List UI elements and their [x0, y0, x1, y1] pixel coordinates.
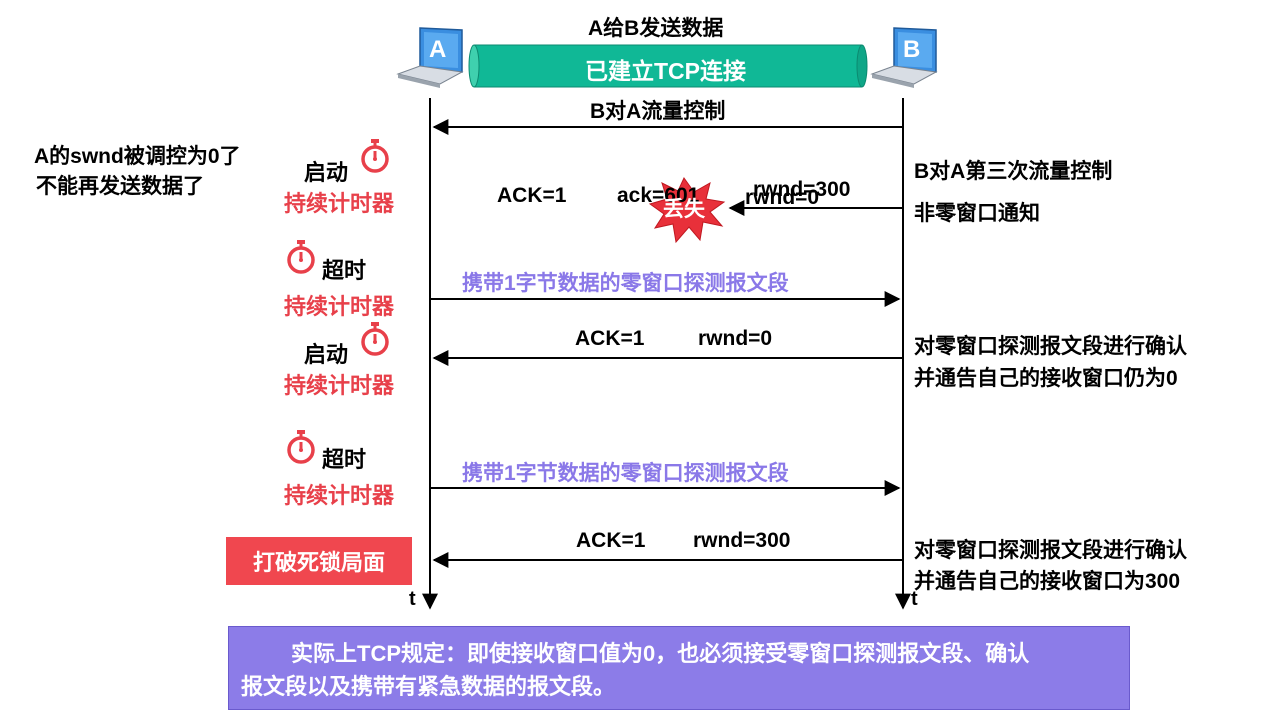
- left-note-line1: A的swnd被调控为0了: [34, 145, 241, 168]
- stopwatch-icon: [287, 430, 315, 464]
- reply2-rwnd: rwnd=300: [693, 529, 791, 552]
- right-note2-line2: 并通告自己的接收窗口仍为0: [914, 367, 1178, 390]
- right-note3-line2: 并通告自己的接收窗口为300: [914, 570, 1181, 593]
- right-note1-line2: 非零窗口通知: [914, 202, 1040, 225]
- host-a-label: A: [429, 36, 447, 63]
- stopwatch-icon: [361, 322, 389, 356]
- stopwatch-icon: [287, 240, 315, 274]
- footer-note: 实际上TCP规定：即使接收窗口值为0，也必须接受零窗口探测报文段、确认 报文段以…: [228, 626, 1130, 710]
- timer-name: 持续计时器: [284, 191, 395, 216]
- break-deadlock-badge: 打破死锁局面: [226, 537, 412, 585]
- footer-note-line2: 报文段以及携带有紧急数据的报文段。: [241, 674, 616, 699]
- time-axis-label-b: t: [911, 588, 918, 610]
- host-b-label: B: [903, 36, 921, 63]
- footer-note-line1: 实际上TCP规定：即使接收窗口值为0，也必须接受零窗口探测报文段、确认: [291, 641, 1030, 666]
- timer-action-timeout: 超时: [322, 258, 367, 283]
- time-axis-label-a: t: [409, 588, 416, 610]
- right-note1-line1: B对A第三次流量控制: [914, 160, 1113, 183]
- reply1-rwnd: rwnd=0: [698, 327, 773, 350]
- left-note-line2: 不能再发送数据了: [36, 175, 204, 198]
- reply1-ack: ACK=1: [575, 327, 645, 350]
- connection-label: 已建立TCP连接: [585, 58, 746, 84]
- timer-name: 持续计时器: [284, 294, 395, 319]
- stopwatch-icon: [361, 139, 389, 173]
- probe-label-2: 携带1字节数据的零窗口探测报文段: [462, 462, 789, 485]
- diagram-title: A给B发送数据: [588, 17, 724, 40]
- right-note3-line1: 对零窗口探测报文段进行确认: [914, 539, 1187, 562]
- flow-control-label: B对A流量控制: [590, 100, 726, 123]
- timer-action-timeout: 超时: [322, 447, 367, 472]
- timer-action-start: 启动: [304, 160, 349, 185]
- lost-rwnd-old: rwnd=0: [745, 186, 820, 209]
- right-note2-line1: 对零窗口探测报文段进行确认: [914, 335, 1187, 358]
- lost-label: 丢失: [663, 198, 705, 221]
- timer-action-start: 启动: [304, 342, 349, 367]
- lost-ack-flag: ACK=1: [497, 184, 567, 207]
- reply2-ack: ACK=1: [576, 529, 646, 552]
- timer-name: 持续计时器: [284, 373, 395, 398]
- timer-name: 持续计时器: [284, 483, 395, 508]
- probe-label-1: 携带1字节数据的零窗口探测报文段: [462, 272, 789, 295]
